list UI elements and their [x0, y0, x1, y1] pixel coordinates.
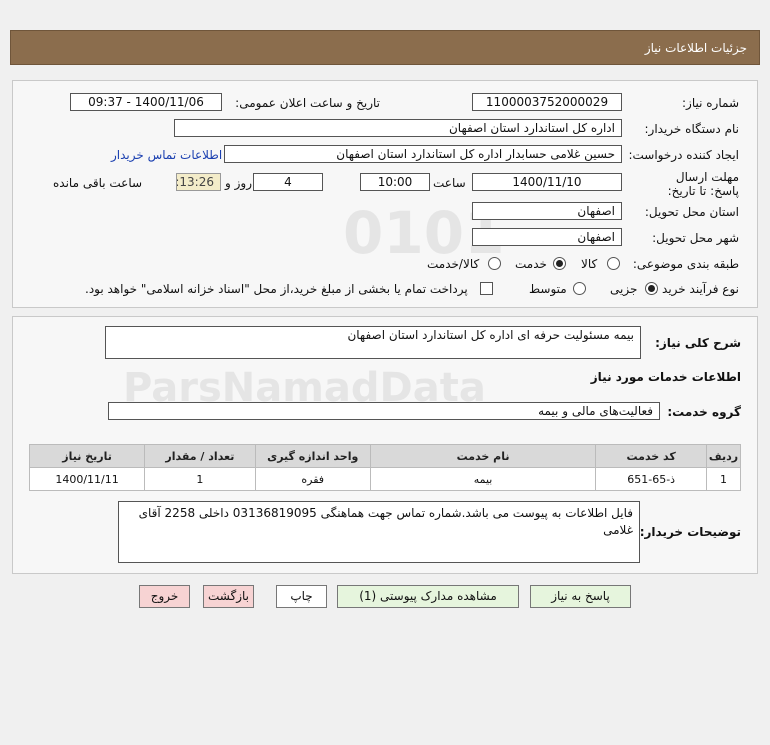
category-option-goods-service: کالا/خدمت — [427, 257, 480, 271]
col-need-date: تاریخ نیاز — [28, 444, 146, 468]
province-field: اصفهان — [472, 202, 622, 220]
creator-label: ایجاد کننده درخواست: — [628, 148, 739, 162]
cell-service-name: بیمه — [369, 467, 597, 491]
need-number-label: شماره نیاز: — [682, 96, 739, 110]
service-group-field: فعالیت‌های مالی و بیمه — [108, 402, 660, 420]
table-row: 1 ذ-65-651 بیمه فقره 1 1400/11/11 — [28, 467, 742, 491]
process-radio-medium[interactable] — [573, 282, 586, 295]
need-number-field: 1100003752000029 — [472, 93, 622, 111]
announce-label: تاریخ و ساعت اعلان عمومی: — [235, 96, 380, 110]
col-row-number: ردیف — [705, 444, 742, 468]
col-service-code: کد خدمت — [595, 444, 707, 468]
page-title: جزئیات اطلاعات نیاز — [644, 41, 747, 55]
page-header: جزئیات اطلاعات نیاز — [10, 30, 760, 65]
cell-row-number: 1 — [705, 467, 742, 491]
category-radio-goods-service[interactable] — [488, 257, 501, 270]
summary-field: بیمه مسئولیت حرفه ای اداره کل استاندارد … — [105, 326, 641, 359]
deadline-time-label: ساعت — [433, 176, 466, 190]
city-field: اصفهان — [472, 228, 622, 246]
buyer-org-label: نام دستگاه خریدار: — [644, 122, 740, 136]
cell-service-code: ذ-65-651 — [595, 467, 707, 491]
treasury-payment-checkbox[interactable] — [480, 282, 493, 295]
process-radio-minor[interactable] — [645, 282, 658, 295]
view-attachments-button[interactable]: مشاهده مدارک پیوستی (1) — [337, 585, 519, 608]
service-group-label: گروه خدمت: — [667, 405, 741, 419]
col-service-name: نام خدمت — [369, 444, 597, 468]
category-label: طبقه بندی موضوعی: — [632, 257, 739, 271]
city-label: شهر محل تحویل: — [652, 231, 739, 245]
announce-field: 1400/11/06 - 09:37 — [70, 93, 222, 111]
col-quantity: تعداد / مقدار — [144, 444, 256, 468]
contact-info-link[interactable]: اطلاعات تماس خریدار — [111, 148, 222, 162]
category-radio-goods[interactable] — [607, 257, 620, 270]
creator-field: حسین غلامی حسابدار اداره کل استاندارد اس… — [224, 145, 622, 163]
col-unit: واحد اندازه گیری — [254, 444, 371, 468]
reply-button[interactable]: پاسخ به نیاز — [530, 585, 631, 608]
services-table: ردیف کد خدمت نام خدمت واحد اندازه گیری ت… — [28, 444, 742, 491]
category-option-goods: کالا — [581, 257, 598, 271]
remaining-time-field: 00:13:26 — [176, 173, 221, 191]
process-option-minor: جزیی — [610, 282, 638, 296]
back-button[interactable]: بازگشت — [203, 585, 254, 608]
remaining-label: ساعت باقی مانده — [53, 176, 143, 190]
days-label: روز و — [225, 176, 252, 190]
days-count-field: 4 — [253, 173, 323, 191]
deadline-date-field: 1400/11/10 — [472, 173, 622, 191]
cell-quantity: 1 — [144, 467, 256, 491]
print-button[interactable]: چاپ — [276, 585, 327, 608]
category-option-service: خدمت — [515, 257, 547, 271]
cell-unit: فقره — [254, 467, 371, 491]
buyer-org-field: اداره کل استاندارد استان اصفهان — [174, 119, 622, 137]
buyer-notes-field: فایل اطلاعات به پیوست می باشد.شماره تماس… — [118, 501, 640, 563]
payment-note: پرداخت تمام یا بخشی از مبلغ خرید،از محل … — [85, 282, 468, 296]
summary-label: شرح کلی نیاز: — [655, 336, 741, 350]
cell-need-date: 1400/11/11 — [28, 467, 146, 491]
category-radio-service[interactable] — [553, 257, 566, 270]
deadline-label: مهلت ارسال پاسخ: تا تاریخ: — [667, 170, 739, 198]
province-label: استان محل تحویل: — [644, 205, 739, 219]
table-header-row: ردیف کد خدمت نام خدمت واحد اندازه گیری ت… — [28, 444, 742, 468]
general-info-panel: 0101 شماره نیاز: 1100003752000029 تاریخ … — [12, 80, 758, 308]
process-option-medium: متوسط — [529, 282, 567, 296]
exit-button[interactable]: خروج — [139, 585, 190, 608]
services-heading: اطلاعات خدمات مورد نیاز — [590, 370, 741, 384]
deadline-time-field: 10:00 — [360, 173, 430, 191]
process-label: نوع فرآیند خرید : — [654, 282, 739, 296]
buyer-notes-label: توضیحات خریدار: — [639, 525, 741, 539]
need-details-panel: ParsNamadData شرح کلی نیاز: بیمه مسئولیت… — [12, 316, 758, 574]
